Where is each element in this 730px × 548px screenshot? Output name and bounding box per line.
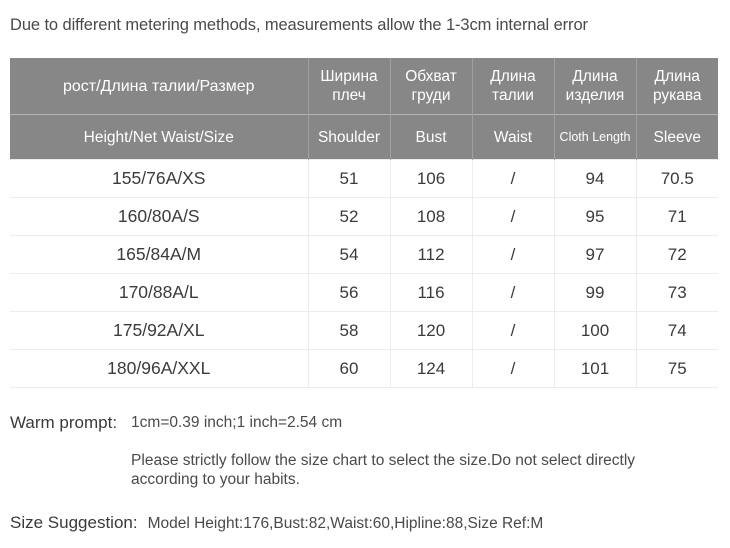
- cell-sleeve: 71: [636, 197, 718, 236]
- cell-waist: /: [472, 159, 555, 198]
- table-header-row-en: Height/Net Waist/Size Shoulder Bust Wais…: [10, 114, 718, 160]
- warm-prompt-label: Warm prompt:: [10, 413, 118, 432]
- cell-bust: 108: [390, 197, 473, 236]
- cell-waist: /: [472, 311, 555, 350]
- cell-bust: 124: [390, 349, 473, 388]
- header-cell-en-shoulder: Shoulder: [307, 114, 391, 160]
- cell-sleeve: 72: [636, 235, 718, 274]
- cell-size: 175/92A/XL: [10, 311, 309, 350]
- size-suggestion-value: Model Height:176,Bust:82,Waist:60,Hiplin…: [147, 515, 544, 532]
- header-cell-en-cloth-length: Cloth Length: [553, 114, 637, 160]
- warm-prompt-block: Warm prompt: 1cm=0.39 inch;1 inch=2.54 c…: [10, 412, 725, 489]
- header-cell-ru-waist: Длина талии: [471, 58, 555, 115]
- cell-bust: 120: [390, 311, 473, 350]
- header-cell-en-size: Height/Net Waist/Size: [10, 114, 309, 160]
- cell-cloth-length: 97: [554, 235, 637, 274]
- table-row: 180/96A/XXL 60 124/101 75: [10, 349, 718, 388]
- cell-waist: /: [472, 235, 555, 274]
- cell-shoulder: 52: [308, 197, 391, 236]
- header-cell-en-cloth-length-text: Cloth Length: [559, 130, 631, 144]
- header-cell-en-waist: Waist: [471, 114, 555, 160]
- table-row: 160/80A/S 52 108/95 71: [10, 197, 718, 236]
- size-chart-body: 155/76A/XS 51 106/94 70.5 160/80A/S 52 108/95 7…: [10, 159, 718, 388]
- unit-conversion-text: 1cm=0.39 inch;1 inch=2.54 cm: [131, 414, 343, 431]
- cell-size: 180/96A/XXL: [10, 349, 309, 388]
- cell-waist: /: [472, 349, 555, 388]
- header-cell-ru-size: рост/Длина талии/Размер: [10, 58, 309, 115]
- header-cell-ru-cloth-length: Длина изделия: [553, 58, 637, 115]
- header-cell-ru-bust: Обхват груди: [389, 58, 473, 115]
- size-suggestion-block: Size Suggestion: Model Height:176,Bust:8…: [10, 512, 725, 535]
- table-row: 165/84A/M 54 112/97 72: [10, 235, 718, 274]
- cell-sleeve: 75: [636, 349, 718, 388]
- cell-sleeve: 74: [636, 311, 718, 350]
- table-row: 175/92A/XL 58 120/100 74: [10, 311, 718, 350]
- cell-waist: /: [472, 273, 555, 312]
- cell-sleeve: 70.5: [636, 159, 718, 198]
- header-cell-ru-sleeve: Длина рукава: [635, 58, 718, 115]
- cell-size: 160/80A/S: [10, 197, 309, 236]
- cell-cloth-length: 95: [554, 197, 637, 236]
- table-header-row-ru: рост/Длина талии/Размер Ширина плеч Обхв…: [10, 58, 718, 115]
- size-suggestion-label: Size Suggestion:: [10, 513, 138, 532]
- cell-bust: 106: [390, 159, 473, 198]
- cell-shoulder: 56: [308, 273, 391, 312]
- cell-size: 170/88A/L: [10, 273, 309, 312]
- cell-cloth-length: 94: [554, 159, 637, 198]
- footer-notes: Warm prompt: 1cm=0.39 inch;1 inch=2.54 c…: [10, 412, 725, 535]
- cell-shoulder: 60: [308, 349, 391, 388]
- cell-shoulder: 51: [308, 159, 391, 198]
- table-row: 155/76A/XS 51 106/94 70.5: [10, 159, 718, 198]
- cell-waist: /: [472, 197, 555, 236]
- cell-cloth-length: 100: [554, 311, 637, 350]
- warm-prompt-lines: 1cm=0.39 inch;1 inch=2.54 cm Please stri…: [131, 412, 725, 489]
- table-row: 170/88A/L 56 116/99 73: [10, 273, 718, 312]
- cell-shoulder: 58: [308, 311, 391, 350]
- cell-sleeve: 73: [636, 273, 718, 312]
- measurement-notice: Due to different metering methods, measu…: [10, 16, 588, 34]
- header-cell-ru-shoulder: Ширина плеч: [307, 58, 391, 115]
- size-chart-advice-text: Please strictly follow the size chart to…: [131, 452, 636, 488]
- size-chart-table: рост/Длина талии/Размер Ширина плеч Обхв…: [10, 58, 718, 388]
- cell-shoulder: 54: [308, 235, 391, 274]
- cell-size: 155/76A/XS: [10, 159, 309, 198]
- cell-bust: 116: [390, 273, 473, 312]
- header-cell-en-bust: Bust: [389, 114, 473, 160]
- cell-bust: 112: [390, 235, 473, 274]
- cell-size: 165/84A/M: [10, 235, 309, 274]
- cell-cloth-length: 101: [554, 349, 637, 388]
- header-cell-en-sleeve: Sleeve: [635, 114, 718, 160]
- cell-cloth-length: 99: [554, 273, 637, 312]
